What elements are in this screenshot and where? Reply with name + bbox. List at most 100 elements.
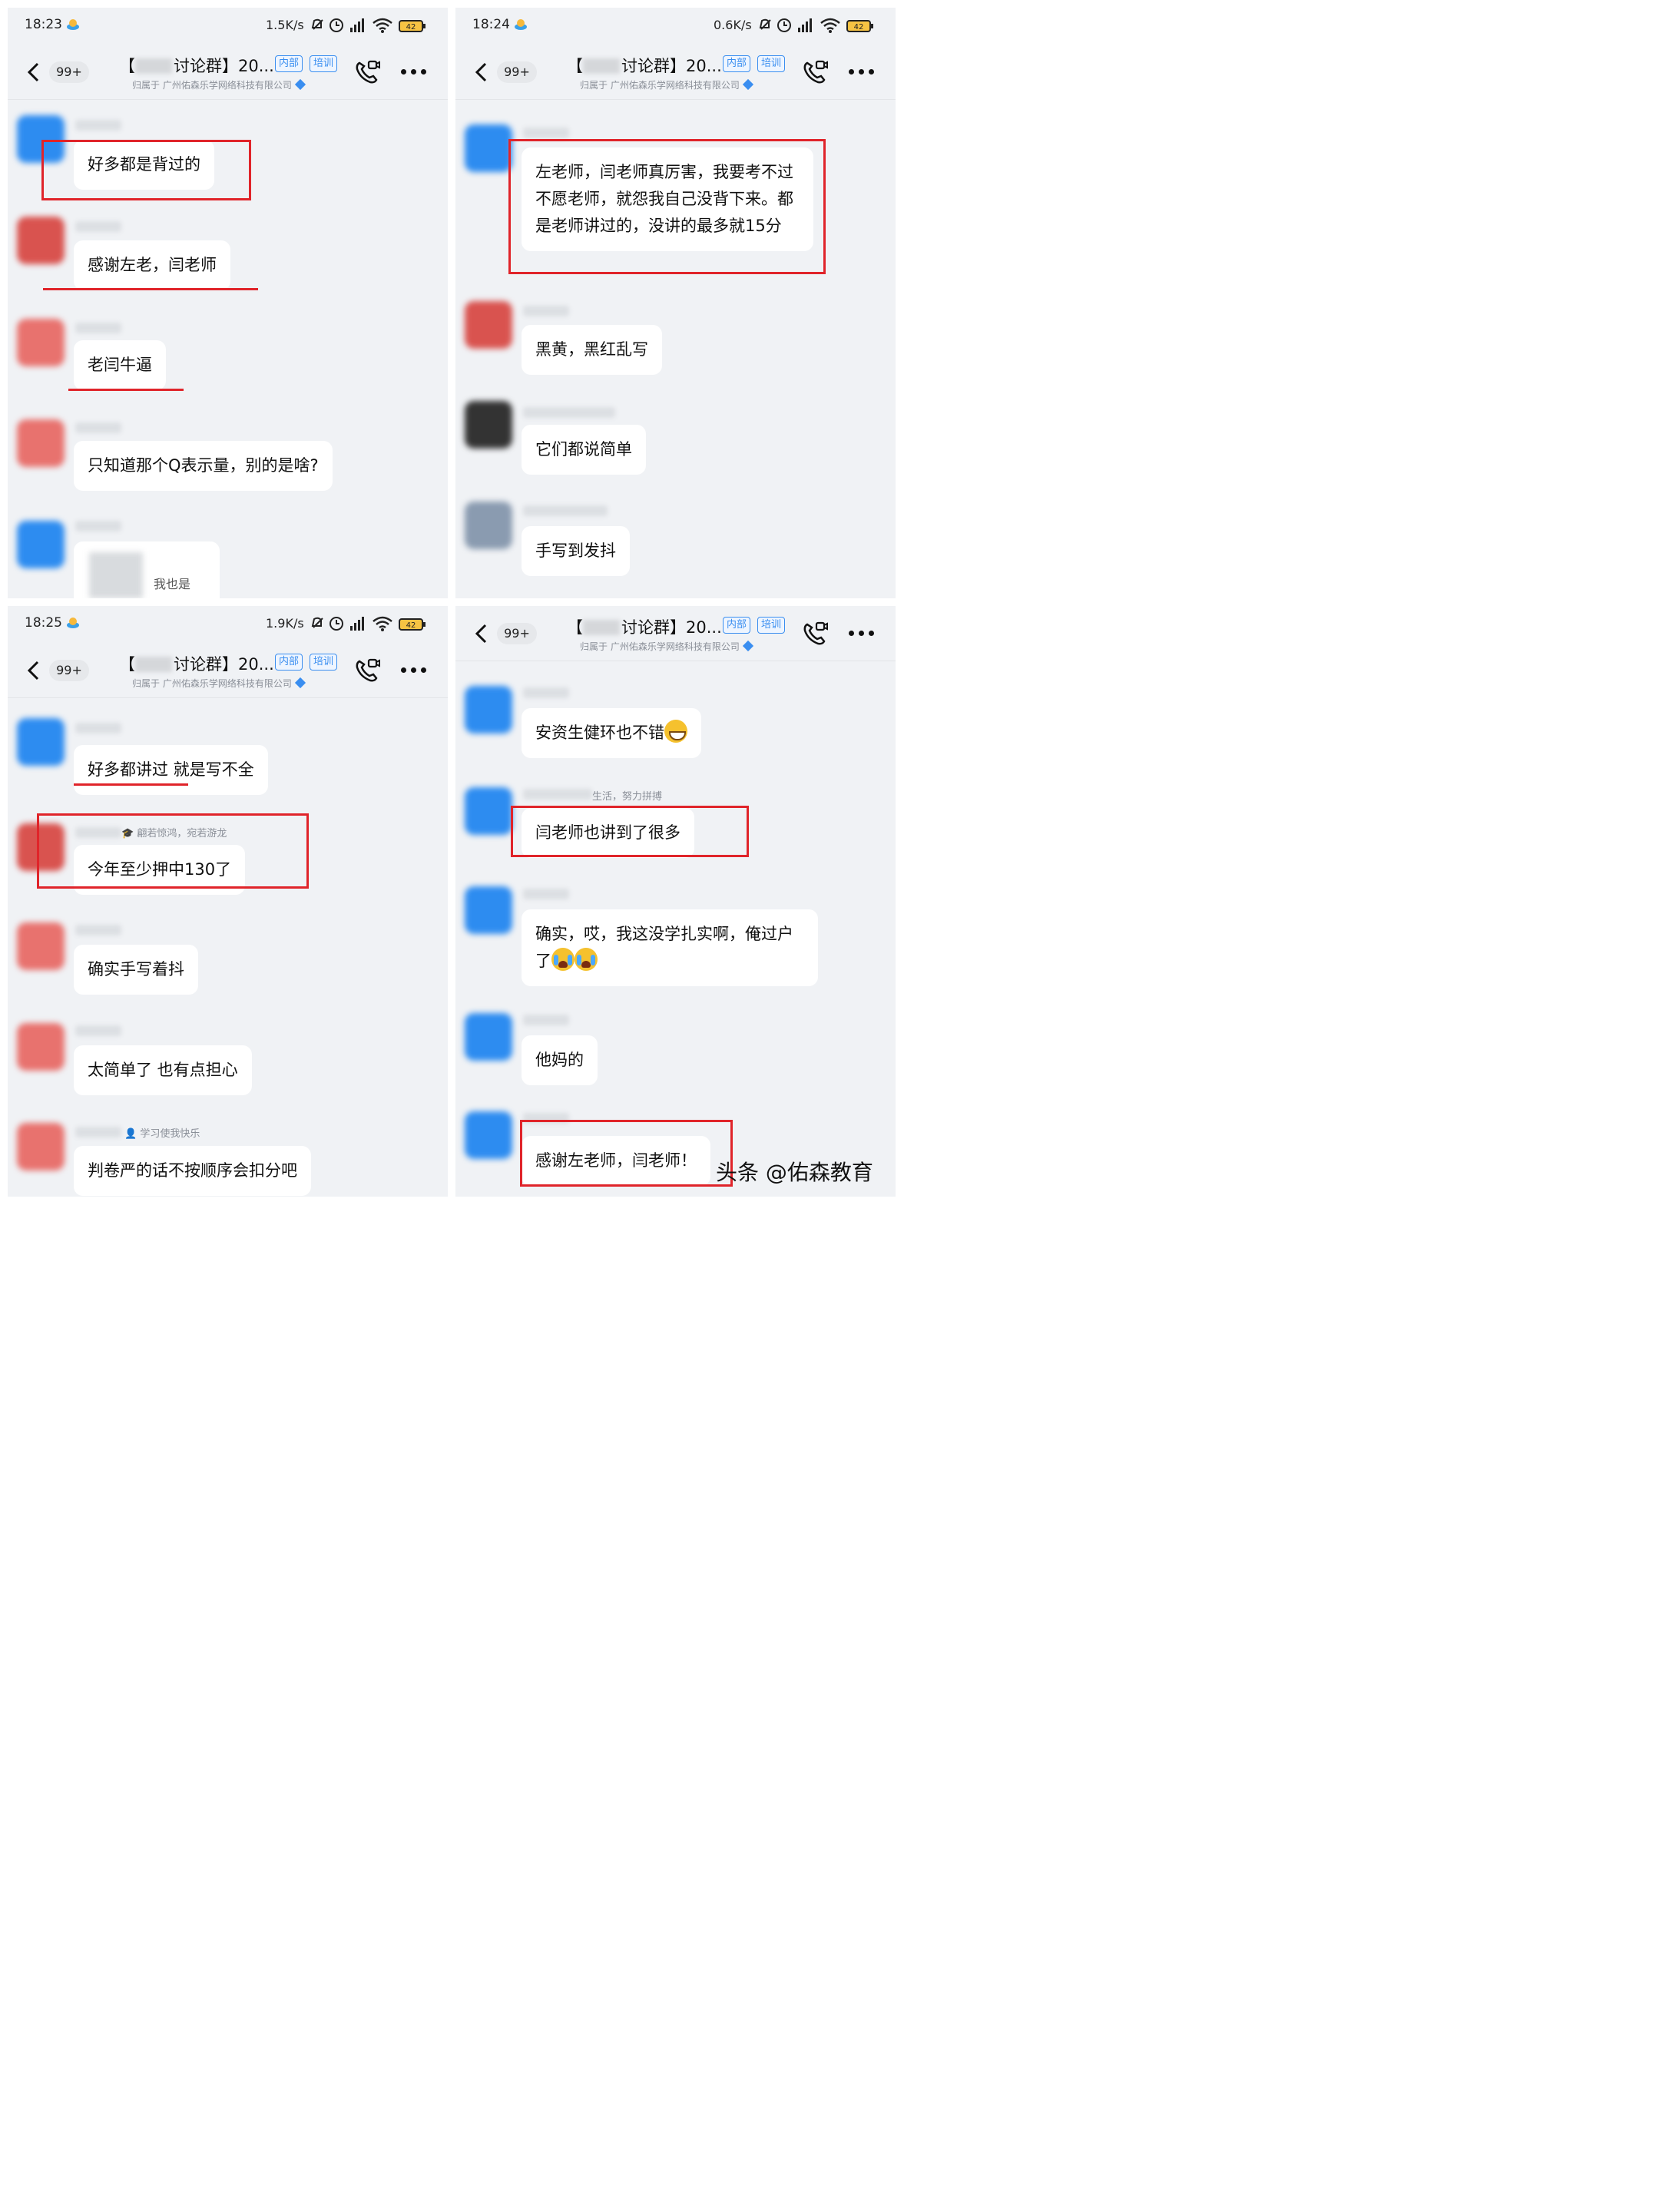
- back-arrow-icon[interactable]: [25, 660, 43, 681]
- highlight-box: [37, 813, 309, 889]
- status-icons: 42: [311, 616, 426, 631]
- tag-internal: 内部: [275, 55, 303, 72]
- message-bubble: 只知道那个Q表示量，别的是啥?: [74, 441, 333, 491]
- avatar[interactable]: [465, 401, 512, 449]
- unread-badge[interactable]: 99+: [49, 61, 89, 83]
- more-options-icon[interactable]: [849, 631, 876, 638]
- sender-name: [523, 505, 608, 516]
- sender-name: [523, 889, 569, 899]
- video-call-icon[interactable]: [353, 657, 381, 684]
- group-title[interactable]: 【讨论群】20...: [567, 54, 722, 77]
- group-subtitle: 归属于 广州佑森乐学网络科技有限公司: [132, 677, 306, 690]
- network-speed: 1.9K/s: [266, 616, 304, 631]
- sender-name: [75, 422, 121, 433]
- highlight-underline: [68, 389, 184, 391]
- message-bubble: 安资生健环也不错: [522, 708, 701, 758]
- group-subtitle: 归属于 广州佑森乐学网络科技有限公司: [580, 78, 753, 91]
- highlight-underline: [43, 288, 258, 290]
- member-title: 👤 学习使我快乐: [124, 1128, 200, 1140]
- back-arrow-icon[interactable]: [472, 623, 491, 644]
- sender-name: [75, 1127, 121, 1137]
- status-time: 18:24: [472, 17, 510, 32]
- more-options-icon[interactable]: [849, 69, 876, 77]
- chat-screenshot-2: 18:24 0.6K/s 42 99+ 【讨论群】20... 内部 培训 归属于…: [455, 8, 896, 598]
- avatar[interactable]: [465, 1111, 512, 1159]
- message-bubble: 他妈的: [522, 1035, 598, 1085]
- watermark: 头条 @佑森教育: [716, 1160, 873, 1185]
- avatar[interactable]: [465, 502, 512, 549]
- unread-badge[interactable]: 99+: [497, 61, 537, 83]
- group-subtitle: 归属于 广州佑森乐学网络科技有限公司: [580, 640, 753, 653]
- group-title[interactable]: 【讨论群】20...: [119, 652, 274, 675]
- app-notification-icon: [67, 618, 79, 628]
- battery-level: 42: [854, 23, 864, 31]
- status-time: 18:25: [25, 615, 62, 631]
- verified-diamond-icon: [742, 640, 753, 652]
- tag-internal: 内部: [275, 654, 303, 671]
- blurred-title-part: [135, 657, 172, 672]
- avatar[interactable]: [17, 922, 65, 970]
- avatar[interactable]: [17, 217, 65, 264]
- video-call-icon[interactable]: [353, 58, 381, 86]
- avatar[interactable]: [17, 319, 65, 366]
- chat-screenshot-1: 18:23 1.5K/s 42 99+ 【讨论群】20... 内部 培训 归属于…: [8, 8, 448, 598]
- message-bubble: 感谢左老，闫老师: [74, 240, 230, 290]
- chat-header: 99+ 【讨论群】20... 内部 培训 归属于 广州佑森乐学网络科技有限公司: [8, 45, 448, 100]
- back-arrow-icon[interactable]: [25, 61, 43, 83]
- avatar[interactable]: [17, 419, 65, 467]
- verified-diamond-icon: [294, 78, 306, 91]
- sender-name: [523, 127, 569, 138]
- sender-name: [75, 1025, 121, 1036]
- sender-name: [523, 306, 569, 316]
- video-call-icon[interactable]: [801, 58, 829, 86]
- avatar[interactable]: [17, 521, 65, 568]
- sender-name: [523, 407, 615, 418]
- highlight-box: [520, 1120, 733, 1187]
- avatar[interactable]: [465, 886, 512, 934]
- network-speed: 0.6K/s: [714, 18, 752, 32]
- group-title[interactable]: 【讨论群】20...: [119, 54, 274, 77]
- group-title[interactable]: 【讨论群】20...: [567, 615, 722, 638]
- video-call-icon[interactable]: [801, 620, 829, 647]
- avatar[interactable]: [465, 686, 512, 733]
- more-options-icon[interactable]: [401, 667, 429, 675]
- verified-diamond-icon: [294, 677, 306, 689]
- avatar[interactable]: [465, 1013, 512, 1061]
- avatar[interactable]: [465, 787, 512, 835]
- sender-name: [523, 1015, 569, 1025]
- app-notification-icon: [515, 19, 527, 30]
- avatar[interactable]: [17, 1023, 65, 1071]
- message-bubble: 判卷严的话不按顺序会扣分吧: [74, 1146, 311, 1196]
- image-message[interactable]: 我也是: [74, 541, 220, 598]
- tag-training: 培训: [757, 55, 786, 72]
- unread-badge[interactable]: 99+: [497, 623, 537, 644]
- tag-training: 培训: [310, 55, 338, 72]
- message-caption: 我也是: [154, 577, 191, 591]
- status-bar: 18:23 1.5K/s 42: [8, 8, 448, 45]
- highlight-box: [511, 806, 749, 857]
- message-bubble: 它们都说简单: [522, 425, 646, 475]
- more-options-icon[interactable]: [401, 69, 429, 77]
- avatar[interactable]: [17, 1123, 65, 1171]
- tag-training: 培训: [757, 617, 786, 634]
- back-arrow-icon[interactable]: [472, 61, 491, 83]
- battery-level: 42: [406, 621, 416, 630]
- laughing-emoji-icon: [664, 720, 687, 743]
- avatar[interactable]: [465, 301, 512, 349]
- app-notification-icon: [67, 19, 79, 30]
- avatar[interactable]: [465, 124, 512, 172]
- unread-badge[interactable]: 99+: [49, 660, 89, 681]
- sender-name: [75, 323, 121, 333]
- status-icons: 42: [311, 18, 426, 33]
- blurred-title-part: [135, 58, 172, 74]
- group-subtitle: 归属于 广州佑森乐学网络科技有限公司: [132, 78, 306, 91]
- blurred-image: [89, 552, 143, 598]
- tag-internal: 内部: [723, 617, 751, 634]
- avatar[interactable]: [17, 718, 65, 766]
- sender-name: [75, 521, 121, 531]
- crying-emoji-icon: [575, 948, 598, 971]
- highlight-underline: [74, 783, 188, 786]
- crying-emoji-icon: [551, 948, 575, 971]
- sender-name: [75, 925, 121, 935]
- sender-name: [523, 687, 569, 698]
